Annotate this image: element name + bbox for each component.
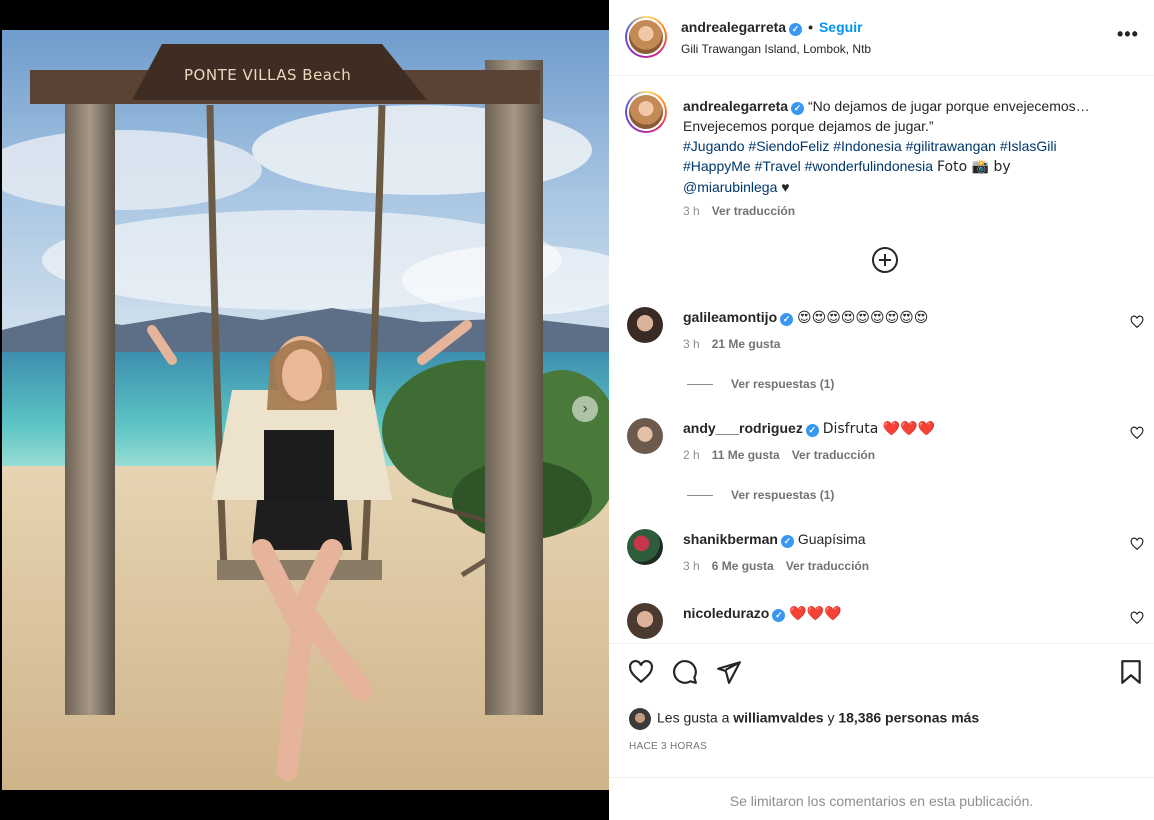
post-header: andrealegarreta ✓ • Seguir Gili Trawangan I… <box>609 0 1154 76</box>
comment-likes[interactable]: 6 Me gusta <box>712 559 774 573</box>
comment-icon[interactable] <box>672 659 698 685</box>
likes-summary: Les gusta a williamvaldes y 18,386 perso… <box>629 708 979 730</box>
comment-time: 2 h <box>683 448 700 462</box>
verified-icon: ✓ <box>791 102 805 115</box>
mention-link[interactable]: @miarubinlega <box>683 179 777 195</box>
likes-prefix: Les gusta a <box>657 709 730 726</box>
post-photo[interactable]: PONTE VILLAS Beach <box>2 30 609 790</box>
caption-time: 3 h <box>683 204 700 218</box>
comments-section[interactable]: andrealegarreta ✓ “No dejamos de jugar po… <box>609 77 1154 643</box>
hashtag[interactable]: #HappyMe <box>683 158 751 174</box>
heart-symbol: ♥ <box>781 179 790 195</box>
post-time[interactable]: HACE 3 HORAS <box>629 741 707 752</box>
comment-text: Guapísima <box>797 531 866 547</box>
add-circle-icon[interactable] <box>872 247 898 273</box>
hashtag[interactable]: #Travel <box>755 158 801 174</box>
more-icon[interactable]: ••• <box>1117 24 1139 45</box>
caption-avatar[interactable] <box>625 91 667 133</box>
caption-username[interactable]: andrealegarreta <box>683 98 788 114</box>
comment-likes[interactable]: 21 Me gusta <box>712 337 781 351</box>
heart-icon[interactable] <box>1130 426 1144 440</box>
commenter-avatar[interactable] <box>627 418 663 454</box>
photo-credit: Foto 📸 by <box>936 159 1011 175</box>
comment-text: Disfruta ❤️❤️❤️ <box>822 421 936 437</box>
likes-count[interactable]: 18,386 personas más <box>838 710 979 726</box>
author-avatar[interactable] <box>625 16 667 58</box>
post-panel: andrealegarreta ✓ • Seguir Gili Trawangan I… <box>609 0 1154 820</box>
heart-icon[interactable] <box>1130 537 1144 551</box>
sign-text: PONTE VILLAS Beach <box>184 66 351 84</box>
verified-icon: ✓ <box>805 424 819 437</box>
comment-text: 😍😍😍😍😍😍😍😍😍 <box>797 310 929 326</box>
liker-avatar[interactable] <box>629 708 651 730</box>
caption-text-block: andrealegarreta ✓ “No dejamos de jugar po… <box>683 96 1123 221</box>
verified-icon: ✓ <box>772 609 786 622</box>
separator-dot: • <box>808 19 813 35</box>
hashtag[interactable]: #wonderfulindonesia <box>805 158 933 174</box>
view-replies-button[interactable]: Ver respuestas (1) <box>687 488 834 502</box>
verified-icon: ✓ <box>780 535 794 548</box>
comment-text: ❤️❤️❤️ <box>789 606 842 622</box>
liked-by-username[interactable]: williamvaldes <box>733 710 823 726</box>
verified-icon: ✓ <box>780 313 794 326</box>
comment-translate-button[interactable]: Ver traducción <box>792 448 875 462</box>
view-replies-button[interactable]: Ver respuestas (1) <box>687 377 834 391</box>
comment-time: 3 h <box>683 337 700 351</box>
post-media: PONTE VILLAS Beach › <box>0 0 609 820</box>
beach-swing-photo: PONTE VILLAS Beach <box>2 30 609 790</box>
post-actions: Les gusta a williamvaldes y 18,386 perso… <box>609 643 1154 820</box>
commenter-avatar[interactable] <box>627 307 663 343</box>
share-icon[interactable] <box>716 659 742 685</box>
commenter-username[interactable]: shanikberman <box>683 531 778 547</box>
comment-item: andy___rodriguez ✓ Disfruta ❤️❤️❤️ 2 h 11 … <box>625 418 1145 502</box>
comment-item: shanikberman ✓ Guapísima 3 h 6 Me gusta Ver… <box>625 529 1145 579</box>
author-username[interactable]: andrealegarreta <box>681 19 786 35</box>
commenter-avatar[interactable] <box>627 603 663 639</box>
commenter-username[interactable]: galileamontijo <box>683 309 777 325</box>
likes-connector: y <box>827 709 835 726</box>
heart-icon[interactable] <box>1130 315 1144 329</box>
hashtag[interactable]: #gilitrawangan <box>906 138 996 154</box>
post-location[interactable]: Gili Trawangan Island, Lombok, Ntb <box>681 42 871 56</box>
comment-item: galileamontijo ✓ 😍😍😍😍😍😍😍😍😍 3 h 21 Me gusta… <box>625 307 1145 391</box>
bookmark-icon[interactable] <box>1118 659 1144 685</box>
comment-translate-button[interactable]: Ver traducción <box>786 559 869 573</box>
hashtag[interactable]: #IslasGili <box>1000 138 1057 154</box>
follow-button[interactable]: Seguir <box>819 19 863 35</box>
hashtag[interactable]: #Indonesia <box>833 138 902 154</box>
hashtag[interactable]: #Jugando <box>683 138 745 154</box>
comment-likes[interactable]: 11 Me gusta <box>712 448 780 462</box>
heart-icon[interactable] <box>1130 611 1144 625</box>
commenter-avatar[interactable] <box>627 529 663 565</box>
verified-icon: ✓ <box>789 23 803 36</box>
commenter-username[interactable]: nicoledurazo <box>683 605 769 621</box>
comment-item: nicoledurazo ✓ ❤️❤️❤️ <box>625 603 1145 643</box>
comments-limited-notice: Se limitaron los comentarios en esta pub… <box>609 777 1154 820</box>
heart-icon[interactable] <box>628 659 654 685</box>
carousel-next-button[interactable]: › <box>572 396 598 422</box>
commenter-username[interactable]: andy___rodriguez <box>683 420 803 436</box>
hashtag[interactable]: #SiendoFeliz <box>748 138 829 154</box>
caption-translate-button[interactable]: Ver traducción <box>712 204 795 218</box>
comment-time: 3 h <box>683 559 700 573</box>
